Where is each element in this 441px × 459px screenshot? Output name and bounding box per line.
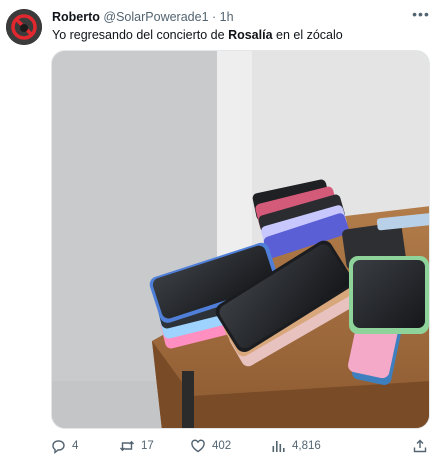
retweet-count: 17	[141, 440, 154, 452]
share-icon	[413, 439, 427, 453]
tweet-actions: 4 17 402 4,816	[50, 437, 430, 455]
share-button[interactable]	[412, 437, 428, 455]
reply-button[interactable]: 4	[50, 437, 78, 455]
more-options-button[interactable]: •••	[411, 6, 431, 22]
tweet-text-bold: Rosalía	[228, 28, 273, 42]
heart-icon	[191, 439, 205, 453]
tweet-photo[interactable]	[51, 50, 430, 429]
timestamp[interactable]: 1h	[220, 10, 234, 24]
like-button[interactable]: 402	[190, 437, 231, 455]
ellipsis-icon: •••	[412, 6, 430, 22]
retweet-icon	[119, 440, 135, 452]
views-chart-icon	[272, 441, 285, 452]
reply-icon	[52, 440, 65, 454]
tweet-text: Yo regresando del concierto de Rosalía e…	[52, 27, 343, 43]
author-handle[interactable]: @SolarPowerade1	[103, 10, 208, 24]
separator-dot: ·	[212, 10, 217, 24]
views-button[interactable]: 4,816	[270, 437, 321, 455]
tweet-text-prefix: Yo regresando del concierto de	[52, 28, 229, 42]
views-count: 4,816	[292, 440, 321, 452]
tweet-text-suffix: en el zócalo	[272, 28, 343, 42]
tweet-card[interactable]: Roberto @SolarPowerade1 · 1h ••• Yo regr…	[0, 0, 441, 459]
avatar[interactable]	[6, 9, 42, 45]
like-count: 402	[212, 440, 232, 452]
tweet-header: Roberto @SolarPowerade1 · 1h	[52, 9, 234, 25]
retweet-button[interactable]: 17	[119, 437, 154, 455]
author-name[interactable]: Roberto	[52, 10, 100, 24]
no-symbol-avatar-icon	[6, 9, 42, 45]
reply-count: 4	[72, 440, 79, 452]
photo-of-phones-on-table	[52, 51, 429, 428]
